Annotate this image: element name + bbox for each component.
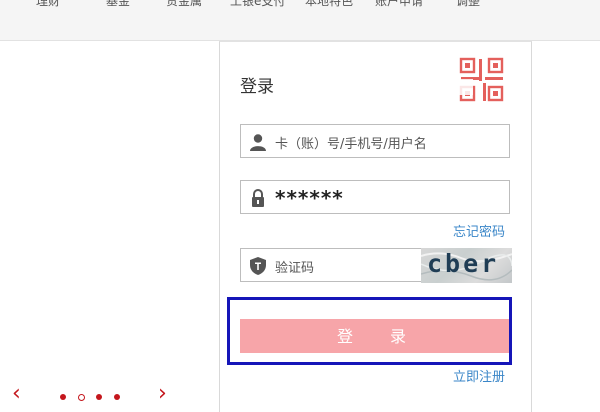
carousel-prev-icon[interactable]: ‹ [12, 383, 21, 405]
nav-item-epay[interactable]: 工银e支付 [230, 0, 285, 9]
captcha-placeholder: 验证码 [275, 261, 315, 276]
nav-item-local[interactable]: 本地特色 [305, 0, 353, 9]
captcha-image[interactable]: cber [421, 248, 512, 283]
captcha-text: cber [427, 249, 500, 278]
password-field[interactable]: ****** [240, 180, 510, 214]
banner-area [0, 41, 220, 400]
carousel-dot[interactable] [60, 394, 66, 400]
shield-icon [250, 257, 266, 275]
nav-item-guijinshu[interactable]: 贵金属 [166, 0, 202, 9]
password-value: ****** [275, 186, 344, 210]
top-nav: 理财 基金 贵金属 工银e支付 本地特色 账户申请 调整 [0, 0, 600, 41]
forgot-password-link[interactable]: 忘记密码 [453, 221, 505, 240]
qr-code-icon[interactable] [459, 57, 507, 105]
nav-item-licai[interactable]: 理财 [36, 0, 60, 9]
register-link[interactable]: 立即注册 [453, 366, 505, 385]
captcha-field[interactable]: 验证码 [240, 248, 422, 282]
carousel-dot[interactable] [114, 394, 120, 400]
nav-item-adjust[interactable]: 调整 [456, 0, 480, 9]
nav-item-jijin[interactable]: 基金 [106, 0, 130, 9]
username-placeholder: 卡（账）号/手机号/用户名 [275, 137, 427, 152]
login-title: 登录 [240, 77, 274, 97]
carousel-next-icon[interactable]: › [158, 383, 167, 405]
user-icon [250, 134, 266, 151]
lock-icon [252, 189, 264, 207]
login-button[interactable]: 登 录 [240, 319, 509, 353]
username-field[interactable]: 卡（账）号/手机号/用户名 [240, 124, 510, 158]
carousel-dot[interactable] [96, 394, 102, 400]
nav-item-account[interactable]: 账户申请 [375, 0, 423, 9]
